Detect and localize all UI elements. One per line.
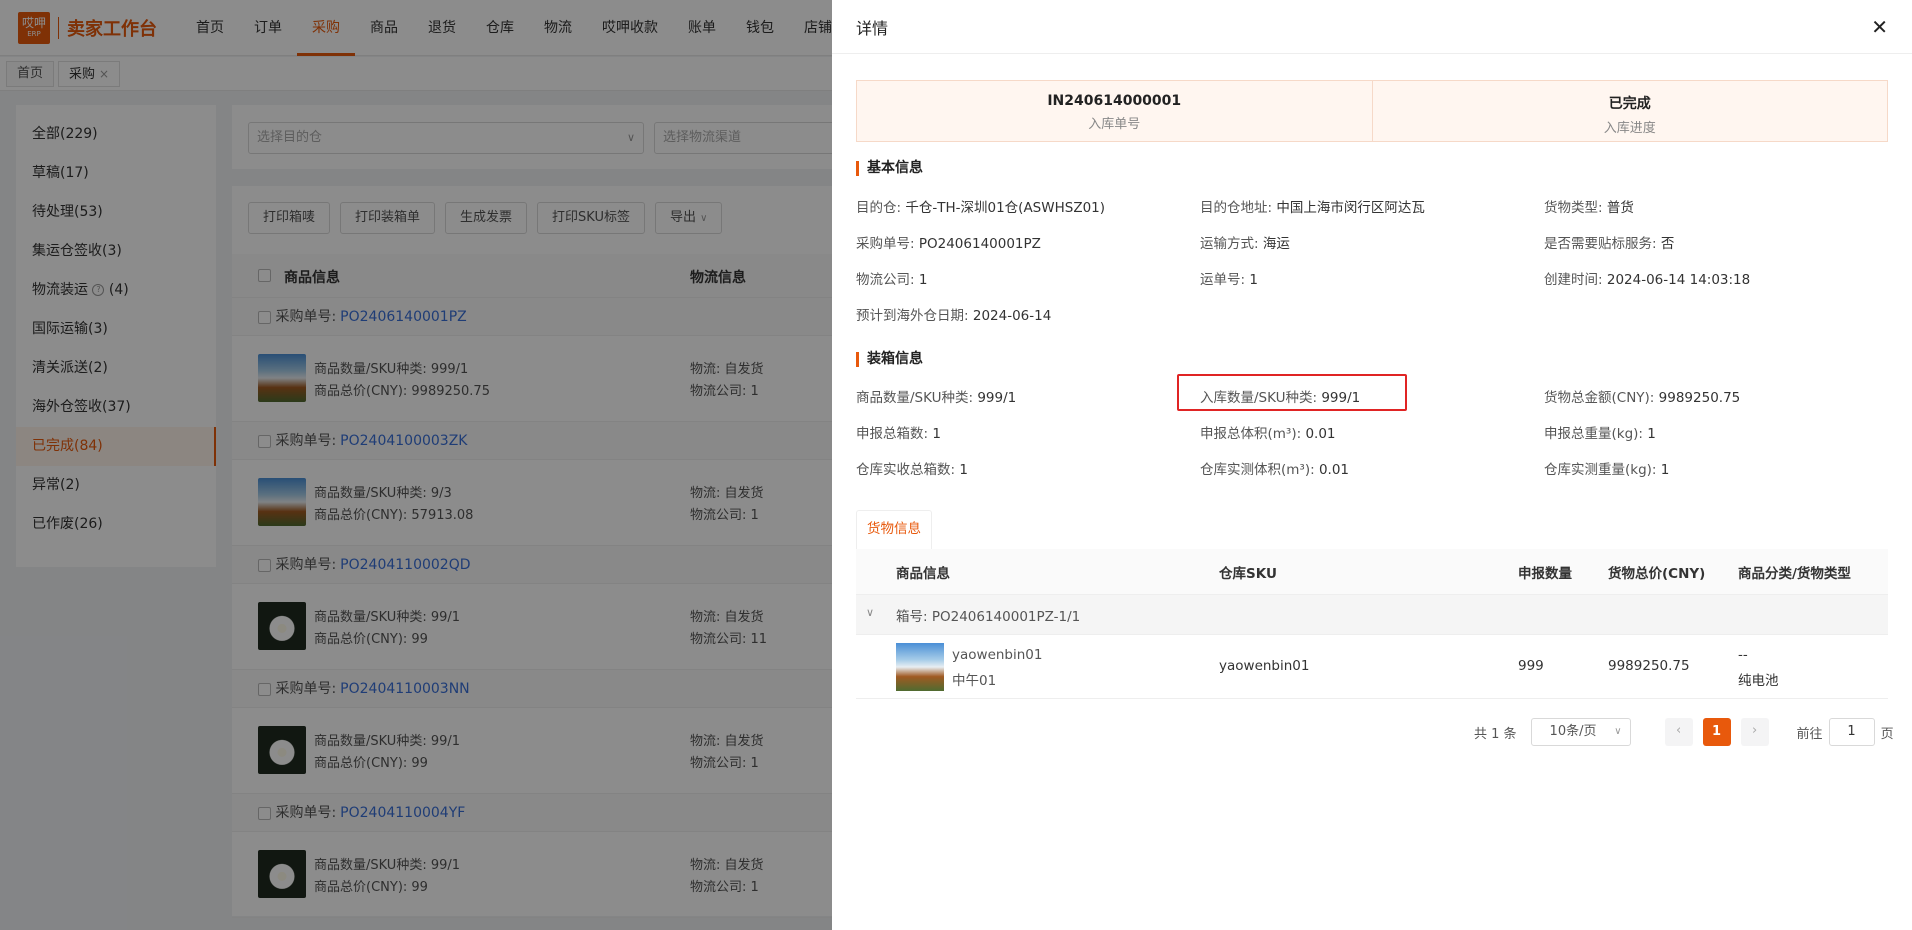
- field-value: 1: [1249, 272, 1258, 288]
- goods-qty: 999: [1518, 658, 1544, 674]
- field-key: 货物类型:: [1544, 200, 1603, 216]
- pagination-total: 共 1 条: [1474, 726, 1517, 742]
- field-value: 9989250.75: [1658, 390, 1741, 406]
- field-warehouse-address: 目的仓地址: 中国上海市闵行区阿达瓦: [1200, 196, 1425, 216]
- packing-info-title: 装箱信息: [856, 352, 923, 367]
- goods-total: 9989250.75: [1608, 658, 1690, 674]
- col-declared-qty: 申报数量: [1518, 566, 1572, 582]
- field-value: 普货: [1606, 200, 1634, 216]
- field-created-time: 创建时间: 2024-06-14 14:03:18: [1544, 268, 1750, 288]
- goods-name: yaowenbin01: [952, 647, 1043, 663]
- field-key: 仓库实收总箱数:: [856, 462, 956, 478]
- field-declared-boxes: 申报总箱数: 1: [856, 422, 941, 442]
- product-thumbnail: [896, 643, 944, 691]
- field-measured-weight: 仓库实测重量(kg): 1: [1544, 458, 1669, 478]
- field-key: 预计到海外仓日期:: [856, 308, 969, 324]
- field-declared-weight: 申报总重量(kg): 1: [1544, 422, 1656, 442]
- field-goods-qty-sku: 商品数量/SKU种类: 999/1: [856, 386, 1016, 406]
- goods-sku: yaowenbin01: [1219, 658, 1310, 674]
- goto-label: 前往: [1796, 726, 1823, 742]
- field-key: 仓库实测重量(kg):: [1544, 462, 1657, 478]
- field-value: 2024-06-14 14:03:18: [1606, 272, 1751, 288]
- prev-page-button[interactable]: ‹: [1664, 718, 1693, 746]
- goods-table-header: 商品信息 仓库SKU 申报数量 货物总价(CNY) 商品分类/货物类型: [856, 549, 1888, 595]
- field-key: 运单号:: [1200, 272, 1246, 288]
- tab-goods-info[interactable]: 货物信息: [856, 510, 932, 549]
- field-key: 运输方式:: [1200, 236, 1259, 252]
- field-tracking-number: 运单号: 1: [1200, 268, 1258, 288]
- field-value: 中国上海市闵行区阿达瓦: [1276, 200, 1425, 216]
- field-destination-warehouse: 目的仓: 千仓-TH-深圳01仓(ASWHSZ01): [856, 196, 1105, 216]
- chevron-down-icon: ∨: [1614, 726, 1622, 737]
- box-number: 箱号: PO2406140001PZ-1/1: [896, 609, 1081, 625]
- detail-drawer: 详情 ✕ IN240614000001 入库单号 已完成 入库进度 基本信息 目…: [832, 0, 1912, 930]
- field-received-boxes: 仓库实收总箱数: 1: [856, 458, 968, 478]
- field-labeling-service: 是否需要贴标服务: 否: [1544, 232, 1674, 252]
- close-icon[interactable]: ✕: [1871, 17, 1888, 37]
- field-value: 1: [932, 426, 941, 442]
- field-value: 1: [1660, 462, 1670, 478]
- field-key: 申报总重量(kg):: [1544, 426, 1643, 442]
- summary-inbound-no: IN240614000001 入库单号: [857, 81, 1372, 141]
- field-logistics-company: 物流公司: 1: [856, 268, 927, 288]
- field-total-amount: 货物总金额(CNY): 9989250.75: [1544, 386, 1740, 406]
- goods-spec: 中午01: [952, 673, 997, 689]
- col-goods-total: 货物总价(CNY): [1608, 566, 1706, 582]
- field-value: 0.01: [1305, 426, 1336, 442]
- drawer-header: 详情 ✕: [832, 0, 1912, 54]
- page-1-button[interactable]: 1: [1702, 718, 1731, 746]
- inbound-summary: IN240614000001 入库单号 已完成 入库进度: [856, 80, 1888, 142]
- field-value: 1: [959, 462, 968, 478]
- page-size-select[interactable]: 10条/页 ∨: [1530, 718, 1631, 746]
- page-unit-label: 页: [1880, 726, 1894, 742]
- field-value: 否: [1660, 236, 1675, 252]
- field-value: PO2406140001PZ: [918, 236, 1041, 252]
- col-category-type: 商品分类/货物类型: [1738, 566, 1851, 582]
- field-key: 是否需要贴标服务:: [1544, 236, 1657, 252]
- field-key: 申报总箱数:: [856, 426, 929, 442]
- next-page-button[interactable]: ›: [1740, 718, 1769, 746]
- field-value: 1: [918, 272, 928, 288]
- field-value: 1: [1647, 426, 1656, 442]
- goods-cargo-type: 纯电池: [1738, 673, 1779, 689]
- goto-page-input[interactable]: 1: [1828, 718, 1875, 746]
- field-declared-volume: 申报总体积(m³): 0.01: [1200, 422, 1336, 442]
- chevron-down-icon[interactable]: ∨: [866, 606, 874, 619]
- field-key: 创建时间:: [1544, 272, 1603, 288]
- field-value: 海运: [1262, 236, 1290, 252]
- page-size-value: 10条/页: [1549, 724, 1597, 739]
- box-group-row: ∨ 箱号: PO2406140001PZ-1/1: [856, 595, 1888, 635]
- goods-row: yaowenbin01 中午01 yaowenbin01 999 9989250…: [856, 635, 1888, 699]
- field-cargo-type: 货物类型: 普货: [1544, 196, 1634, 216]
- field-eta-overseas: 预计到海外仓日期: 2024-06-14: [856, 304, 1051, 324]
- field-value: 999/1: [977, 390, 1017, 406]
- field-po-number: 采购单号: PO2406140001PZ: [856, 232, 1041, 252]
- col-goods-info: 商品信息: [896, 566, 950, 582]
- col-warehouse-sku: 仓库SKU: [1219, 566, 1277, 582]
- field-key: 采购单号:: [856, 236, 915, 252]
- goods-category: --: [1738, 647, 1748, 663]
- field-key: 目的仓地址:: [1200, 200, 1273, 216]
- field-key: 申报总体积(m³):: [1200, 426, 1302, 442]
- field-value: 千仓-TH-深圳01仓(ASWHSZ01): [905, 200, 1106, 216]
- inbound-no-value: IN240614000001: [1047, 93, 1182, 109]
- field-shipping-method: 运输方式: 海运: [1200, 232, 1290, 252]
- inbound-no-label: 入库单号: [1088, 117, 1141, 132]
- field-measured-volume: 仓库实测体积(m³): 0.01: [1200, 458, 1349, 478]
- field-key: 货物总金额(CNY):: [1544, 390, 1655, 406]
- field-key: 目的仓:: [856, 200, 902, 216]
- field-key: 仓库实测体积(m³):: [1200, 462, 1315, 478]
- field-value: 2024-06-14: [972, 308, 1052, 324]
- highlight-box: [1177, 374, 1407, 411]
- inbound-progress-value: 已完成: [1608, 96, 1651, 112]
- field-value: 0.01: [1318, 462, 1350, 478]
- field-key: 商品数量/SKU种类:: [856, 390, 974, 406]
- summary-inbound-progress: 已完成 入库进度: [1371, 81, 1888, 141]
- pagination: 共 1 条 10条/页 ∨ ‹ 1 › 前往 1 页: [1474, 718, 1894, 746]
- basic-info-title: 基本信息: [856, 161, 923, 176]
- drawer-title: 详情: [856, 18, 889, 38]
- field-key: 物流公司:: [856, 272, 915, 288]
- inbound-progress-label: 入库进度: [1603, 121, 1656, 136]
